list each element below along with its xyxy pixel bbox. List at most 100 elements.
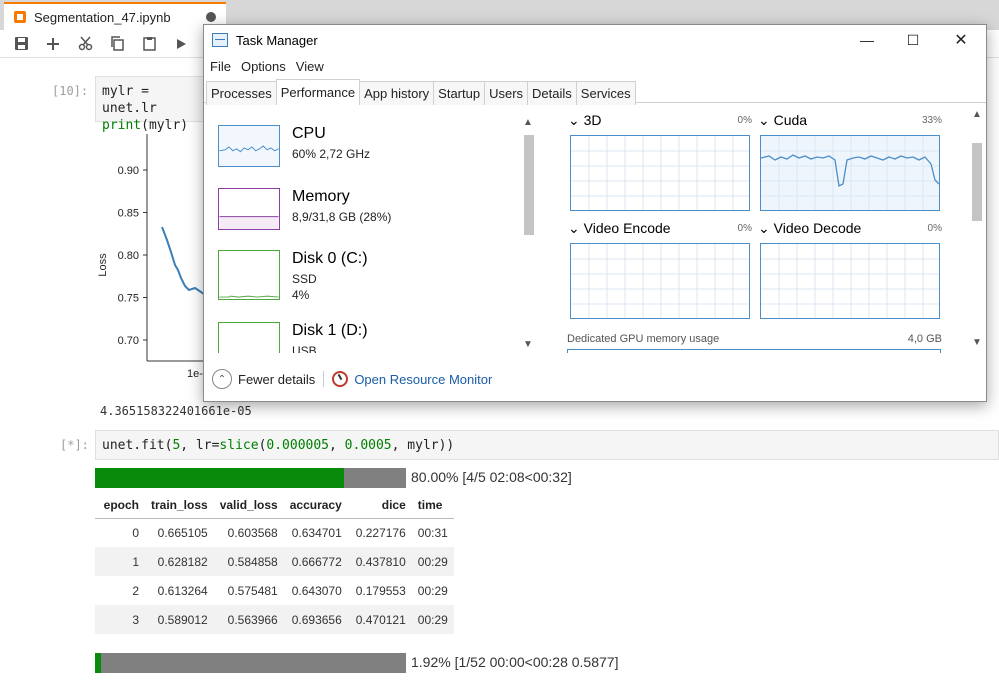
- table-cell: 0.179553: [355, 583, 406, 598]
- close-button[interactable]: ✕: [938, 25, 984, 55]
- scroll-thumb[interactable]: [972, 143, 982, 221]
- graph-grid: [571, 136, 749, 210]
- scroll-down-icon[interactable]: ▼: [972, 337, 982, 348]
- table-cell: 0.628182: [145, 547, 214, 576]
- menu-view[interactable]: View: [296, 59, 324, 74]
- scroll-down-icon[interactable]: ▼: [523, 339, 533, 350]
- memory-thumbnail: [218, 188, 280, 230]
- notebook-tab[interactable]: Segmentation_47.ipynb: [4, 2, 226, 30]
- tab-strip: Processes Performance App history Startu…: [204, 79, 986, 105]
- table-cell: 3: [95, 605, 145, 634]
- code-text: ,: [329, 438, 345, 453]
- engine-pct: 0%: [737, 223, 752, 234]
- maximize-button[interactable]: ☐: [890, 25, 936, 55]
- resource-disk1[interactable]: Disk 1 (D:) USB: [218, 322, 518, 353]
- engine-3d-graph: [570, 135, 750, 211]
- table-cell: 0.437810: [347, 547, 412, 576]
- tab-startup[interactable]: Startup: [433, 81, 486, 105]
- task-manager-window: Task Manager — ☐ ✕ File Options View Pro…: [203, 24, 987, 402]
- engine-pct: 33%: [921, 115, 942, 126]
- table-cell: 0.589012: [145, 605, 214, 634]
- disk0-thumbnail: [218, 250, 280, 300]
- menu-options[interactable]: Options: [241, 59, 286, 74]
- menu-bar: File Options View: [204, 55, 324, 77]
- scroll-up-icon[interactable]: ▲: [523, 117, 533, 128]
- column-header: dice: [347, 492, 412, 519]
- scroll-thumb[interactable]: [524, 135, 534, 235]
- plot-ytick-label: 0.80: [118, 250, 139, 262]
- scroll-up-icon[interactable]: ▲: [972, 109, 982, 120]
- tab-services[interactable]: Services: [575, 81, 636, 105]
- resource-disk0[interactable]: Disk 0 (C:) SSD 4%: [218, 250, 518, 310]
- epoch-progress-bar: [95, 468, 406, 488]
- tab-app-history[interactable]: App history: [359, 81, 435, 105]
- training-results-table: epoch train_loss valid_loss accuracy dice tim…: [95, 492, 454, 634]
- resource-name: Disk 1 (D:): [292, 322, 368, 339]
- chevron-up-icon[interactable]: ⌃: [212, 369, 232, 389]
- resource-cpu[interactable]: CPU 60% 2,72 GHz: [218, 125, 518, 185]
- tab-details[interactable]: Details: [527, 81, 577, 105]
- tab-processes[interactable]: Processes: [206, 81, 277, 105]
- minimize-button[interactable]: —: [844, 25, 890, 55]
- batch-progress-bar: [95, 653, 406, 673]
- engine-video-decode-graph: [760, 243, 940, 319]
- engine-video-encode-title[interactable]: ⌄ Video Encode: [568, 220, 671, 237]
- cuda-usage-line: [761, 154, 939, 187]
- run-icon[interactable]: [172, 35, 190, 53]
- dedicated-memory-graph: [567, 349, 941, 353]
- engine-pct: 0%: [737, 115, 752, 126]
- table-cell: 0.584858: [213, 547, 284, 576]
- unsaved-indicator-icon[interactable]: [206, 12, 216, 22]
- open-resource-monitor-link[interactable]: Open Resource Monitor: [354, 372, 492, 387]
- resource-monitor-icon[interactable]: [332, 371, 349, 387]
- plot-ylabel: Loss: [97, 253, 109, 277]
- resource-list: CPU 60% 2,72 GHz Memory 8,9/31,8 GB (28%…: [204, 103, 544, 353]
- graph-grid: [761, 244, 939, 318]
- resource-name: Memory: [292, 188, 350, 205]
- column-header: train_loss: [145, 492, 214, 519]
- epoch-progress-fill: [95, 468, 344, 488]
- tab-performance[interactable]: Performance: [275, 79, 361, 105]
- code-text: unet.fit(: [102, 438, 173, 453]
- lr-finder-plot: Loss 0.90 0.85 0.80 0.75 0.70 1e-: [97, 134, 210, 380]
- window-title: Task Manager: [236, 32, 318, 48]
- batch-progress-text: 1.92% [1/52 00:00<00:28 0.5877]: [411, 654, 619, 670]
- cell-prompt: [10]:: [52, 84, 89, 98]
- engine-cuda-title[interactable]: ⌄ Cuda: [758, 112, 807, 129]
- menu-file[interactable]: File: [210, 59, 231, 74]
- engine-video-decode-title[interactable]: ⌄ Video Decode: [758, 220, 861, 237]
- table-cell: 0: [132, 525, 139, 540]
- table-cell: 0.643070: [291, 583, 342, 598]
- code-text: , lr=: [180, 438, 220, 453]
- code-cell[interactable]: unet.fit(5, lr=slice(0.000005, 0.0005, m…: [95, 430, 999, 460]
- table-cell: 00:31: [417, 525, 448, 540]
- disk1-thumbnail: [218, 322, 280, 353]
- tab-users[interactable]: Users: [484, 81, 529, 105]
- copy-icon[interactable]: [108, 35, 126, 53]
- cut-icon[interactable]: [76, 35, 94, 53]
- column-header: valid_loss: [213, 492, 284, 519]
- resource-list-scrollbar[interactable]: ▲ ▼: [521, 117, 535, 351]
- engine-video-encode-graph: [570, 243, 750, 319]
- table-cell: 00:29: [411, 605, 454, 634]
- table-row: 1 0.628182 0.584858 0.666772 0.437810 00:29: [95, 547, 454, 576]
- paste-icon[interactable]: [140, 35, 158, 53]
- engine-3d-title[interactable]: ⌄ 3D: [568, 112, 602, 129]
- save-icon[interactable]: [12, 35, 30, 53]
- resource-detail: 8,9/31,8 GB (28%): [292, 210, 392, 224]
- table-cell: 0.575481: [227, 583, 278, 598]
- code-text: , mylr)): [391, 438, 455, 453]
- table-cell: 0.613264: [157, 583, 208, 598]
- table-cell: 0.227176: [355, 525, 406, 540]
- plot-ytick-label: 0.70: [118, 335, 139, 347]
- notebook-icon: [14, 11, 26, 23]
- cell-output: 4.365158322401661e-05: [100, 404, 252, 418]
- resource-memory[interactable]: Memory 8,9/31,8 GB (28%): [218, 188, 518, 248]
- code-cell[interactable]: mylr = unet.lr print(mylr): [95, 76, 215, 133]
- graphs-scrollbar[interactable]: ▲ ▼: [970, 109, 984, 353]
- fewer-details-link[interactable]: Fewer details: [238, 372, 315, 387]
- add-cell-icon[interactable]: [44, 35, 62, 53]
- table-cell: 0.470121: [347, 605, 412, 634]
- title-bar[interactable]: Task Manager — ☐ ✕: [204, 25, 986, 55]
- dedicated-memory-label: Dedicated GPU memory usage: [567, 333, 720, 345]
